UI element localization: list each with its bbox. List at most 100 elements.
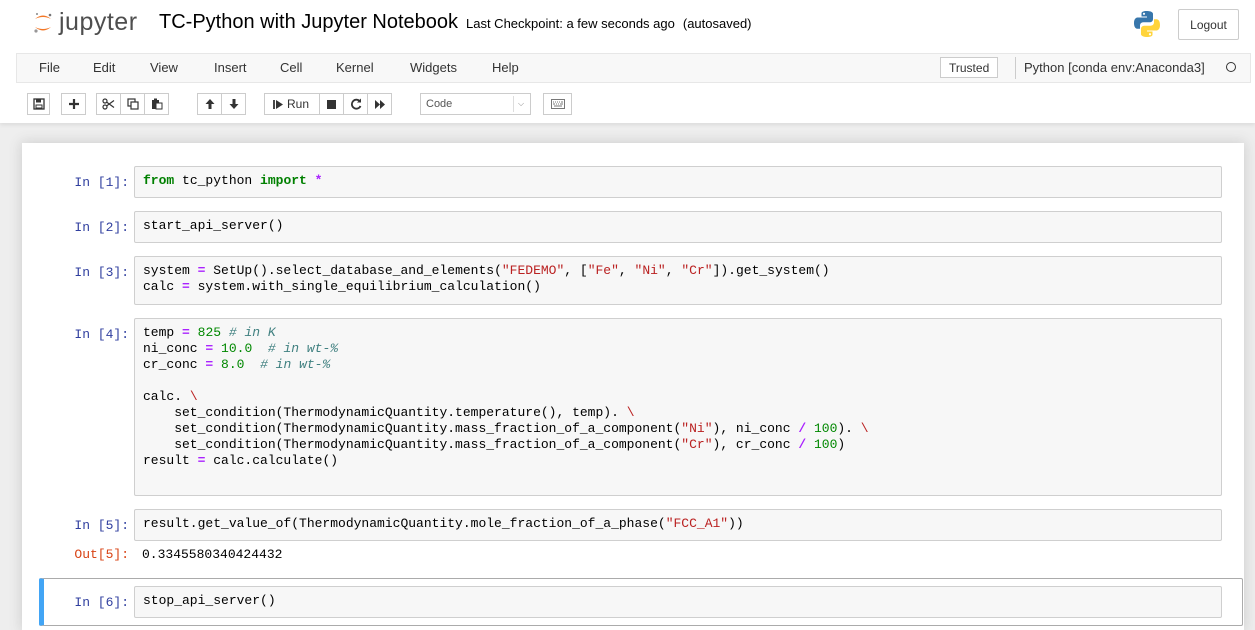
input-prompt: In [5]: xyxy=(74,518,129,533)
code-line: from tc_python import * xyxy=(143,173,1213,189)
step-forward-icon xyxy=(273,99,283,109)
code-input[interactable]: temp = 825 # in Kni_conc = 10.0 # in wt-… xyxy=(134,318,1222,496)
code-editor[interactable]: temp = 825 # in Kni_conc = 10.0 # in wt-… xyxy=(135,319,1221,469)
code-token: "Cr" xyxy=(681,437,713,452)
code-token: 100 xyxy=(813,421,838,436)
output-value: 0.3345580340424432 xyxy=(142,547,283,562)
code-token: calc. xyxy=(143,389,190,404)
code-line: temp = 825 # in K xyxy=(143,325,1213,341)
code-token: # in wt-% xyxy=(267,341,339,356)
code-line: cr_conc = 8.0 # in wt-% xyxy=(143,357,1213,373)
notebook-container: In [1]: from tc_python import * In [2]: … xyxy=(22,143,1244,630)
code-token: system.with_single_equilibrium_calculati… xyxy=(189,279,541,294)
code-token: "Fe" xyxy=(587,263,619,278)
trusted-indicator[interactable]: Trusted xyxy=(940,57,999,78)
menu-kernel[interactable]: Kernel xyxy=(336,60,374,75)
code-token: result xyxy=(143,453,198,468)
code-line: set_condition(ThermodynamicQuantity.mass… xyxy=(143,437,1213,453)
paste-icon xyxy=(151,98,162,110)
jupyter-logo[interactable]: jupyter xyxy=(33,7,138,36)
code-editor[interactable]: stop_api_server() xyxy=(135,587,1221,609)
cell-type-value: Code xyxy=(426,98,453,110)
code-token: set_condition(ThermodynamicQuantity.mass… xyxy=(143,421,682,436)
restart-run-all-button[interactable] xyxy=(367,93,392,115)
code-input[interactable]: system = SetUp().select_database_and_ele… xyxy=(134,256,1222,305)
keyboard-icon xyxy=(550,99,565,109)
code-input[interactable]: from tc_python import * xyxy=(134,166,1222,198)
code-token: "Cr" xyxy=(681,263,713,278)
kernel-name[interactable]: Python [conda env:Anaconda3] xyxy=(1024,60,1205,75)
plus-icon xyxy=(68,99,79,109)
move-down-button[interactable] xyxy=(221,93,246,115)
menu-view[interactable]: View xyxy=(150,60,178,75)
code-token: / xyxy=(798,421,807,436)
code-token: temp xyxy=(143,325,183,340)
copy-button[interactable] xyxy=(120,93,145,115)
logout-button[interactable]: Logout xyxy=(1178,9,1239,40)
menu-cell[interactable]: Cell xyxy=(280,60,302,75)
notebook-name[interactable]: TC-Python with Jupyter Notebook xyxy=(159,11,458,34)
code-editor[interactable]: system = SetUp().select_database_and_ele… xyxy=(135,257,1221,295)
code-token: set_condition(ThermodynamicQuantity.temp… xyxy=(143,405,627,420)
input-prompt: In [6]: xyxy=(74,595,129,610)
code-token: "Ni" xyxy=(634,263,666,278)
code-editor[interactable]: from tc_python import * xyxy=(135,167,1221,189)
code-token: "Ni" xyxy=(681,421,713,436)
code-line: result.get_value_of(ThermodynamicQuantit… xyxy=(143,516,1213,532)
save-button[interactable] xyxy=(27,93,50,115)
insert-cell-button[interactable] xyxy=(61,93,86,115)
cut-button[interactable] xyxy=(96,93,121,115)
code-line: calc. \ xyxy=(143,389,1213,405)
restart-button[interactable] xyxy=(343,93,368,115)
code-line: start_api_server() xyxy=(143,218,1213,234)
run-label: Run xyxy=(287,97,310,111)
code-line: set_condition(ThermodynamicQuantity.temp… xyxy=(143,405,1213,421)
run-button[interactable]: Run xyxy=(264,93,320,115)
python-logo-icon xyxy=(1132,9,1162,44)
code-line: set_condition(ThermodynamicQuantity.mass… xyxy=(143,421,1213,437)
input-prompt: In [2]: xyxy=(74,220,129,235)
kernel-idle-icon xyxy=(1226,62,1236,72)
code-token: ]).get_system() xyxy=(712,263,830,278)
move-up-button[interactable] xyxy=(197,93,222,115)
interrupt-button[interactable] xyxy=(319,93,344,115)
code-token: , [ xyxy=(564,263,588,278)
code-token: ni_conc xyxy=(143,341,206,356)
code-line: calc = system.with_single_equilibrium_ca… xyxy=(143,279,1213,295)
menu-help[interactable]: Help xyxy=(492,60,519,75)
code-input[interactable]: start_api_server() xyxy=(134,211,1222,243)
menu-insert[interactable]: Insert xyxy=(214,60,247,75)
jupyter-logo-text: jupyter xyxy=(59,7,138,36)
code-token: set_condition(ThermodynamicQuantity.mass… xyxy=(143,437,682,452)
code-token: system xyxy=(143,263,198,278)
code-editor[interactable]: result.get_value_of(ThermodynamicQuantit… xyxy=(135,510,1221,532)
code-token: result.get_value_of(ThermodynamicQuantit… xyxy=(143,516,666,531)
paste-button[interactable] xyxy=(144,93,169,115)
code-token: # in wt-% xyxy=(260,357,331,372)
code-token: * xyxy=(314,173,323,188)
cell-type-select[interactable]: Code ⌵ xyxy=(420,93,531,115)
code-line: system = SetUp().select_database_and_ele… xyxy=(143,263,1213,279)
last-checkpoint: Last Checkpoint: a few seconds ago xyxy=(466,16,675,31)
notebook-header: jupyter TC-Python with Jupyter Notebook … xyxy=(0,0,1255,123)
arrow-up-icon xyxy=(205,99,214,109)
stop-icon xyxy=(327,99,336,109)
code-editor[interactable]: start_api_server() xyxy=(135,212,1221,234)
cut-icon xyxy=(102,98,115,110)
code-input[interactable]: stop_api_server() xyxy=(134,586,1222,618)
menu-file[interactable]: File xyxy=(39,60,60,75)
autosave-status: (autosaved) xyxy=(682,16,752,31)
menu-edit[interactable]: Edit xyxy=(93,60,115,75)
code-token: 10.0 xyxy=(221,341,253,356)
code-token: \ xyxy=(189,389,198,404)
code-token: # in K xyxy=(228,325,276,340)
menu-widgets[interactable]: Widgets xyxy=(410,60,457,75)
code-input[interactable]: result.get_value_of(ThermodynamicQuantit… xyxy=(134,509,1222,541)
code-token: ). xyxy=(837,421,861,436)
command-palette-button[interactable] xyxy=(543,93,572,115)
